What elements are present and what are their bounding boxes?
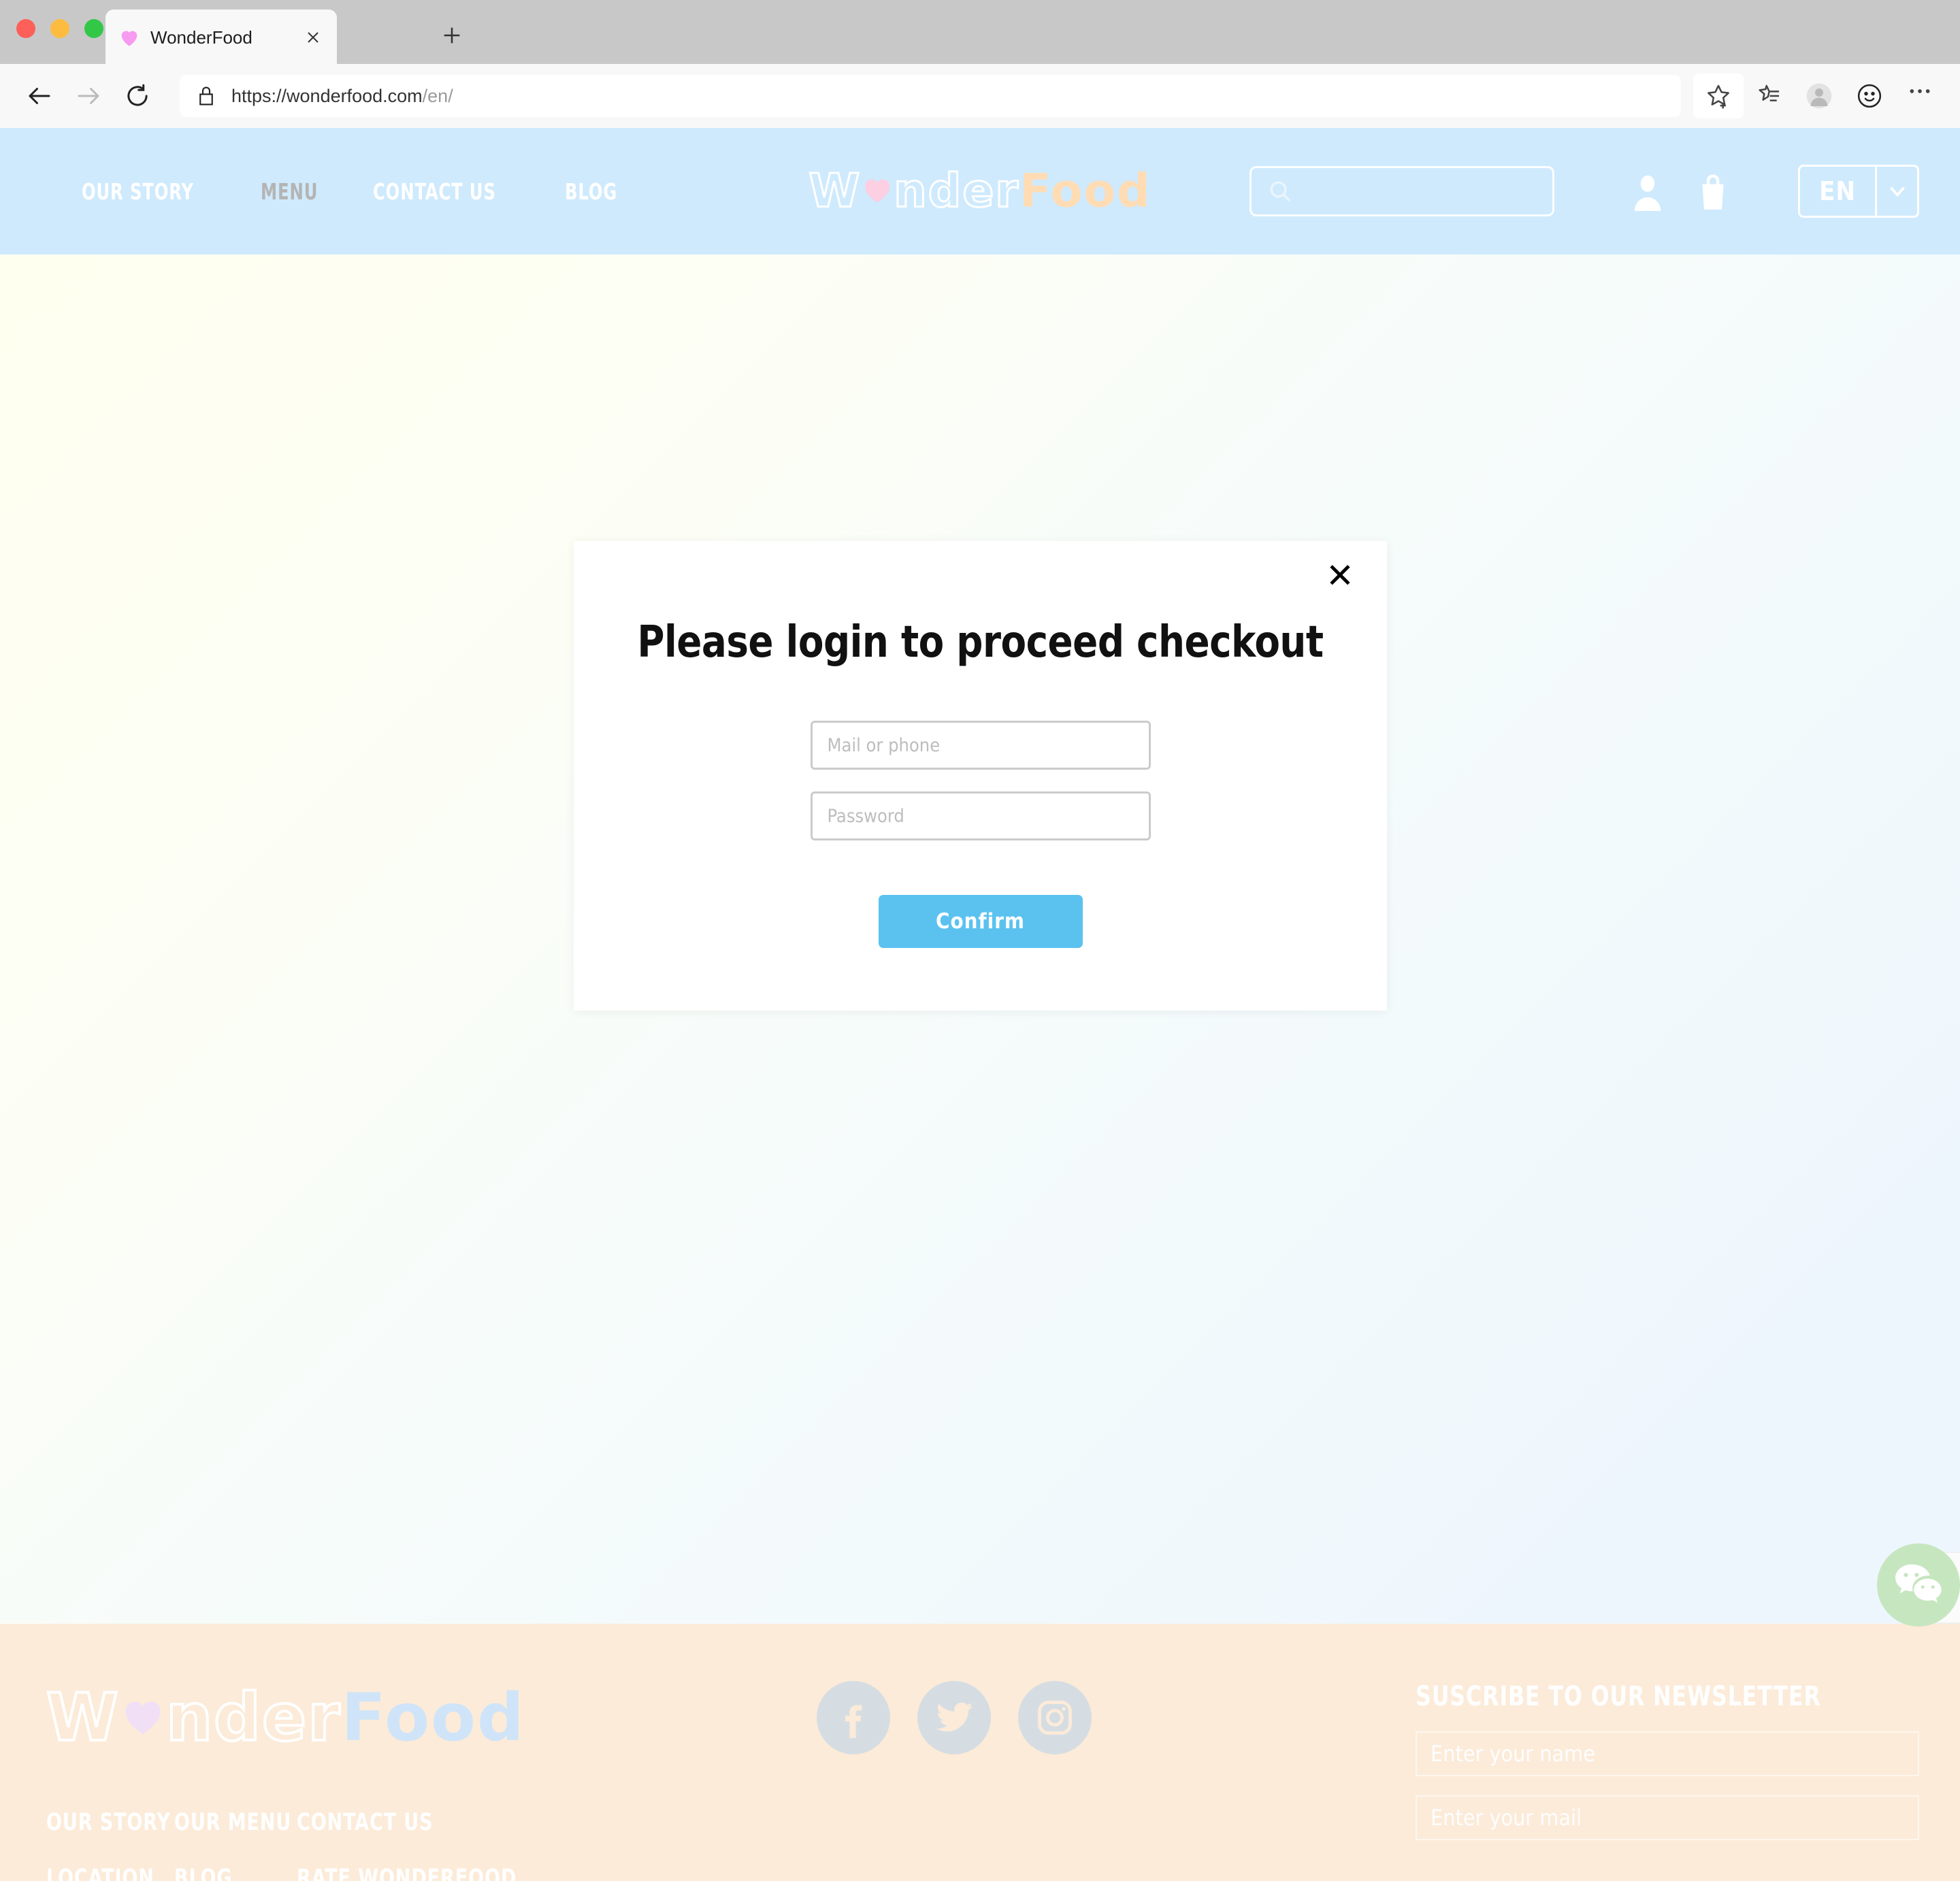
wechat-icon[interactable] [1877,1543,1960,1626]
password-input[interactable] [810,791,1151,840]
footer-brand-logo[interactable]: W nder Food [45,1678,525,1757]
browser-titlebar: WonderFood [0,0,1960,65]
page-content: OUR STORY MENU CONTACT US BLOG W nder Fo… [0,128,1960,1881]
shopping-bag-icon[interactable] [1696,171,1730,211]
mail-or-phone-input[interactable] [810,721,1151,770]
smiley-feedback-icon[interactable] [1844,73,1895,118]
twitter-icon[interactable] [917,1681,991,1754]
profile-avatar-icon[interactable] [1794,73,1844,118]
brand-logo[interactable]: W nder Food [808,163,1152,219]
window-controls [16,19,103,38]
tab-title: WonderFood [150,27,252,48]
lock-icon [199,86,213,105]
confirm-button[interactable]: Confirm [878,895,1083,948]
language-code: EN [1819,176,1856,206]
browser-tab[interactable]: WonderFood [105,10,337,65]
modal-title: Please login to proceed checkout [637,617,1324,668]
minimize-window-button[interactable] [50,19,69,38]
address-bar[interactable]: https://wonderfood.com/en/ [180,75,1681,117]
browser-window: WonderFood https://wonderfood.com/en/ OU… [0,0,1960,1881]
url-text: https://wonderfood.com/en/ [231,85,453,106]
footer-logo-text-w: W [45,1678,120,1757]
footer-link-our-story[interactable]: OUR STORY [46,1809,170,1836]
newsletter-name-input[interactable] [1416,1731,1919,1776]
nav-item-our-story[interactable]: OUR STORY [82,178,194,205]
login-form: Confirm [574,721,1387,948]
newsletter-mail-input[interactable] [1416,1795,1919,1840]
close-icon[interactable] [301,26,325,49]
search-icon [1270,181,1290,201]
browser-toolbar: https://wonderfood.com/en/ [0,64,1960,128]
modal-overlay: ✕ Please login to proceed checkout Confi… [0,255,1960,1624]
logo-text-nder: nder [893,163,1019,219]
footer-social-links [817,1681,1092,1754]
footer-link-blog[interactable]: BLOG [174,1865,280,1881]
close-window-button[interactable] [16,19,35,38]
header-actions: EN [1250,165,1919,218]
footer-link-contact-us[interactable]: CONTACT US [297,1809,517,1836]
site-header: OUR STORY MENU CONTACT US BLOG W nder Fo… [0,128,1960,255]
reload-icon[interactable] [113,71,162,120]
footer-link-rate-wonderfood[interactable]: RATE WONDERFOOD [297,1865,517,1881]
site-footer: W nder Food OUR STORY OUR MENU CONTACT U… [0,1624,1960,1881]
logo-text-w: W [808,163,862,219]
language-selector[interactable]: EN [1798,165,1919,218]
heart-icon [118,26,141,49]
footer-link-location[interactable]: LOCATION [46,1865,157,1881]
chevron-down-icon[interactable] [1875,167,1917,216]
arrow-right-icon[interactable] [64,71,113,120]
main-navigation: OUR STORY MENU CONTACT US BLOG [82,178,629,205]
star-add-icon[interactable] [1693,73,1744,118]
maximize-window-button[interactable] [84,19,103,38]
nav-item-blog[interactable]: BLOG [565,178,617,205]
newsletter-title: SUSCRIBE TO OUR NEWSLETTER [1416,1681,1821,1712]
plus-icon[interactable] [436,19,468,52]
instagram-icon[interactable] [1018,1681,1092,1754]
user-account-icon[interactable] [1629,171,1666,211]
login-modal: ✕ Please login to proceed checkout Confi… [574,541,1387,1011]
more-options-icon[interactable] [1895,73,1945,118]
footer-logo-text-food: Food [341,1680,525,1756]
nav-item-menu[interactable]: MENU [261,178,318,205]
favorites-list-icon[interactable] [1744,73,1794,118]
footer-logo-text-nder: nder [165,1678,342,1757]
footer-link-our-menu[interactable]: OUR MENU [174,1809,291,1836]
arrow-left-icon[interactable] [15,71,64,120]
footer-links: OUR STORY OUR MENU CONTACT US LOCATION B… [46,1809,553,1881]
newsletter-signup: SUSCRIBE TO OUR NEWSLETTER [1416,1681,1919,1840]
facebook-icon[interactable] [817,1681,890,1754]
nav-item-contact-us[interactable]: CONTACT US [373,178,496,205]
logo-text-food: Food [1019,164,1152,218]
chat-widget[interactable]: Chat with us! [1877,1543,1960,1626]
close-icon[interactable]: ✕ [1319,555,1361,597]
search-input[interactable] [1250,166,1554,216]
